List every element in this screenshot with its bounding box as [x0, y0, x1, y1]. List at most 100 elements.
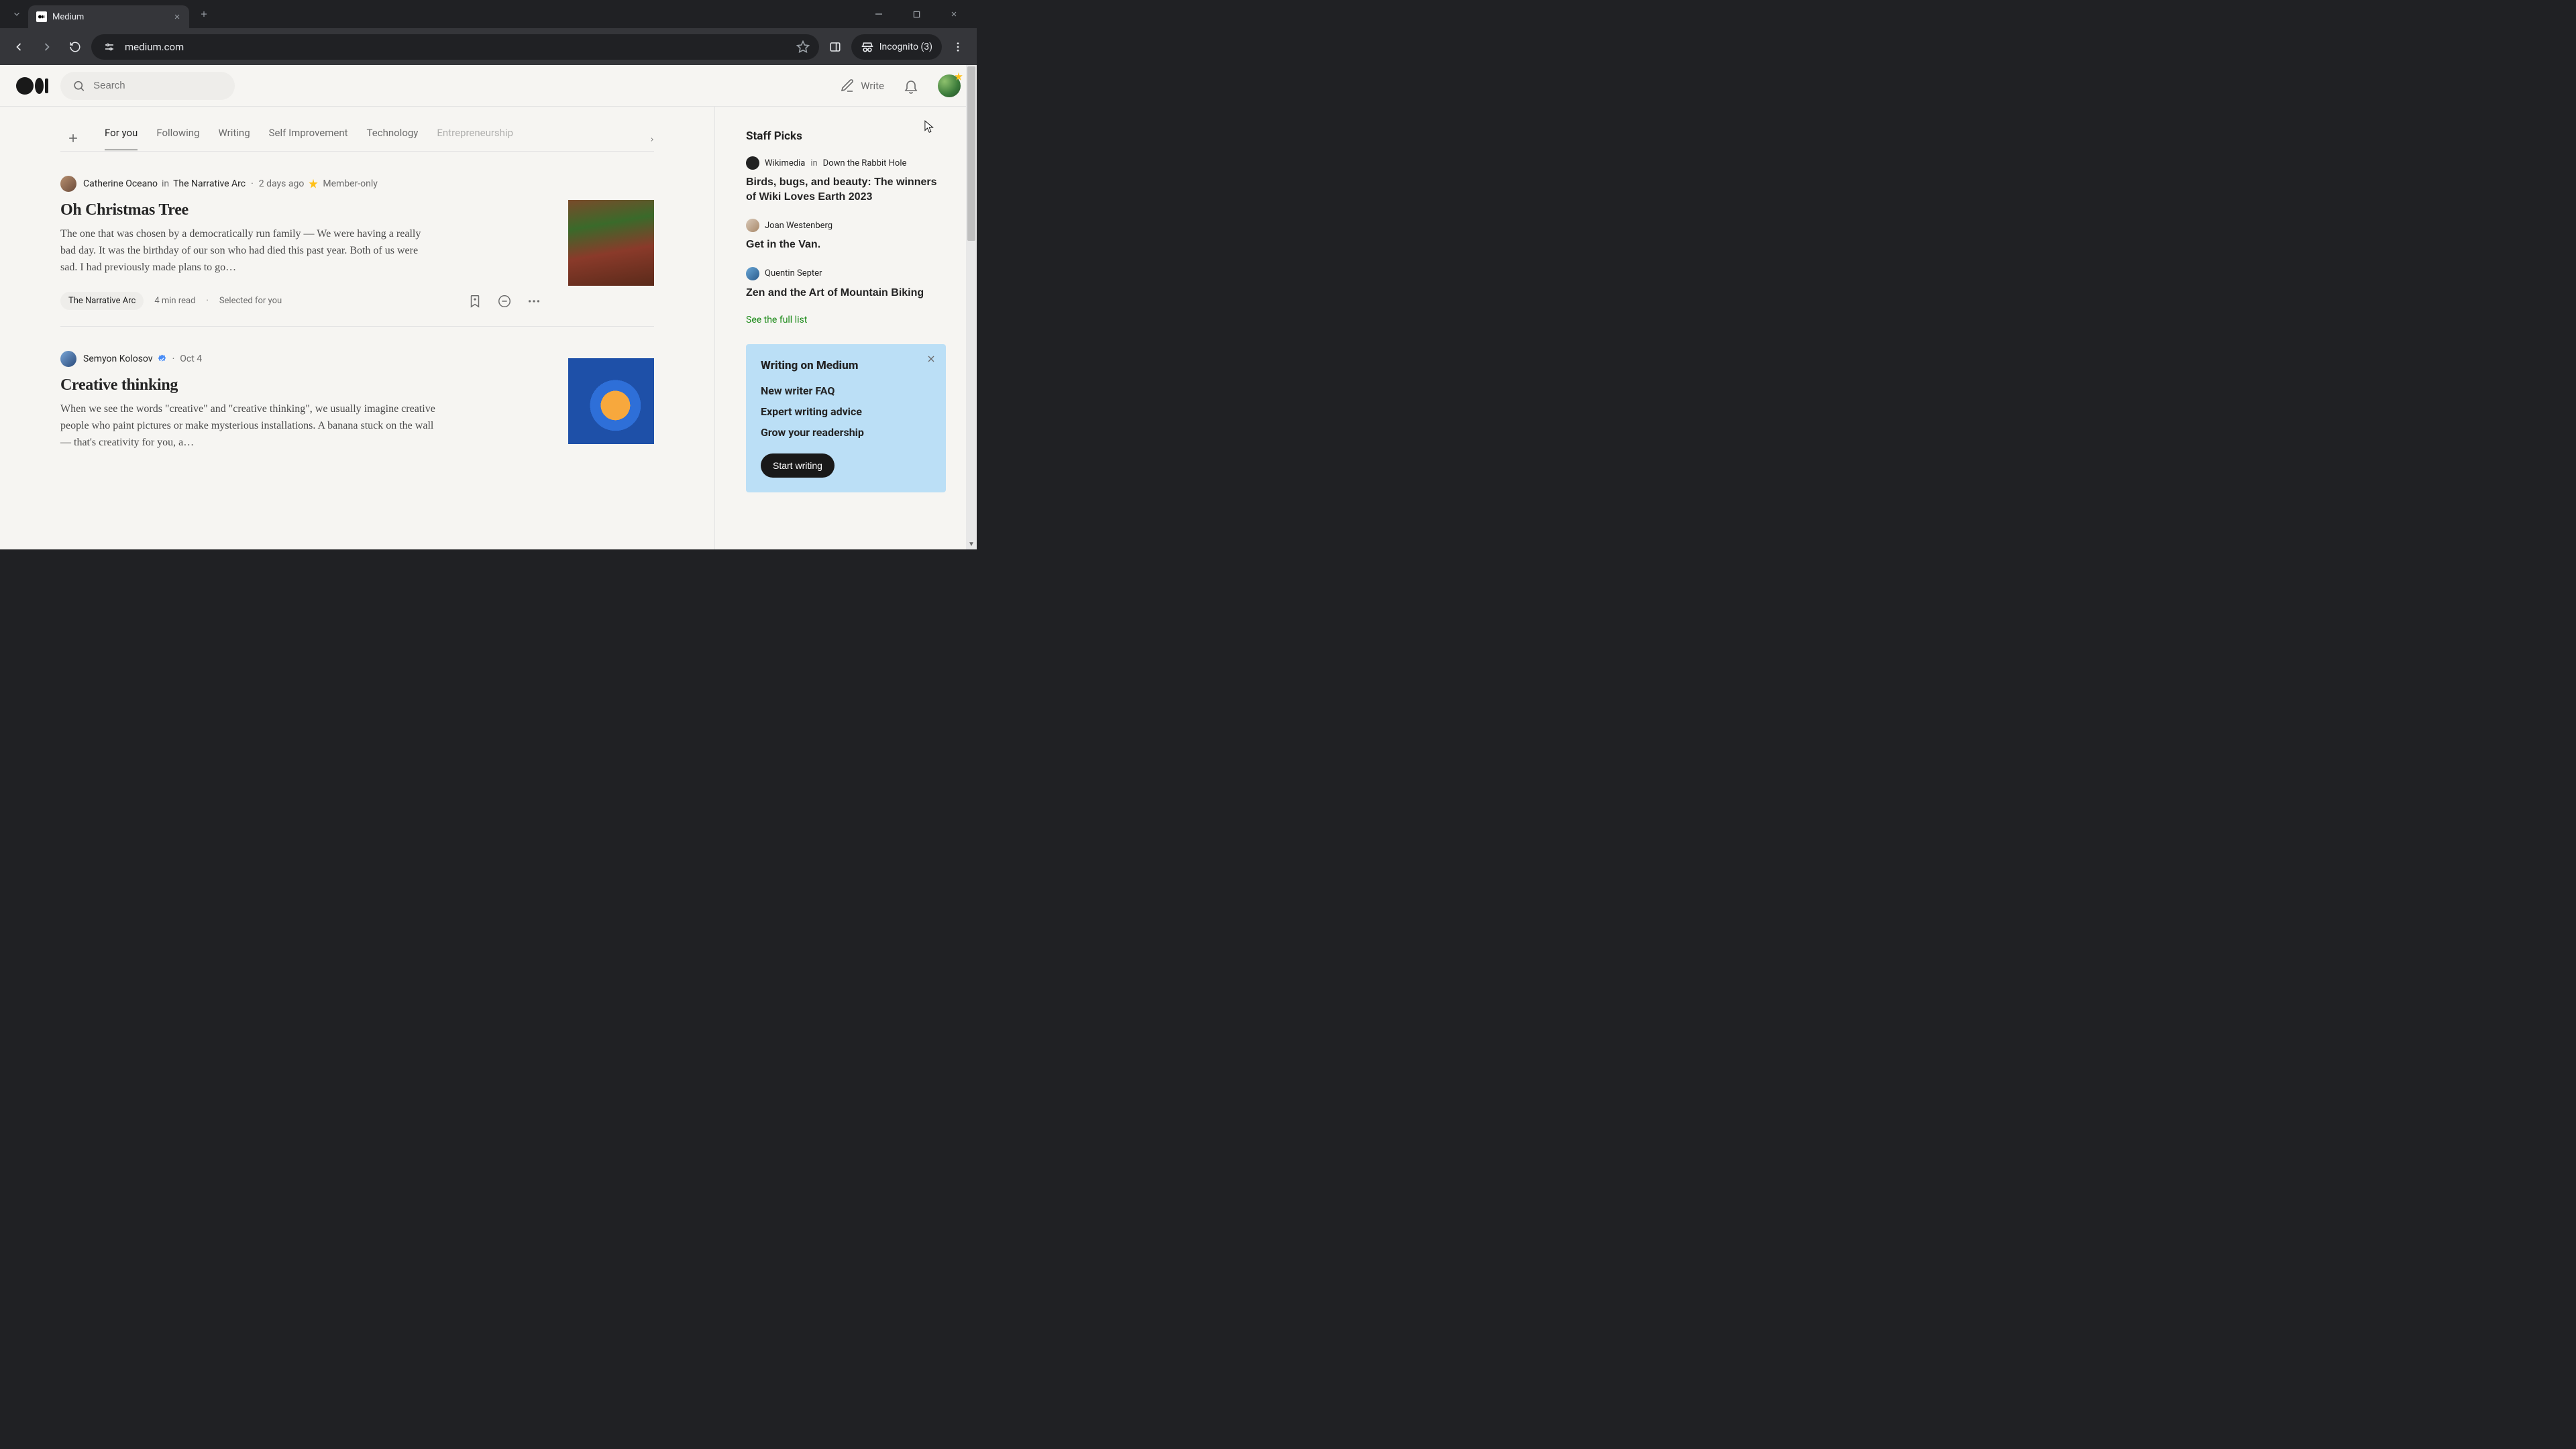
- show-less-button[interactable]: [497, 294, 512, 309]
- nav-back-button[interactable]: [7, 35, 31, 59]
- browser-menu-button[interactable]: [946, 35, 970, 59]
- tab-technology[interactable]: Technology: [367, 127, 419, 150]
- in-word: in: [810, 158, 817, 168]
- dot-separator: ·: [206, 296, 208, 306]
- member-plus-badge-icon: [954, 72, 963, 81]
- article-excerpt: When we see the words "creative" and "cr…: [60, 401, 436, 451]
- bookmark-add-icon: [468, 294, 482, 309]
- article-date: 2 days ago: [259, 178, 305, 189]
- tab-entrepreneurship[interactable]: Entrepreneurship: [437, 127, 513, 150]
- writing-panel-heading: Writing on Medium: [761, 359, 931, 372]
- add-topic-button[interactable]: [60, 125, 86, 151]
- article-byline: Catherine Oceano in The Narrative Arc 2 …: [60, 176, 541, 192]
- staff-pick-item[interactable]: Wikimedia in Down the Rabbit Hole Birds,…: [746, 156, 946, 204]
- staff-author-name[interactable]: Wikimedia: [765, 158, 805, 168]
- writing-panel-link[interactable]: Grow your readership: [761, 426, 931, 439]
- article-footer: The Narrative Arc 4 min read · Selected …: [60, 292, 541, 310]
- bell-icon: [903, 78, 919, 94]
- tabs-scroll-right-button[interactable]: [635, 129, 655, 150]
- topic-chip[interactable]: The Narrative Arc: [60, 292, 144, 310]
- tab-for-you[interactable]: For you: [105, 127, 138, 150]
- author-avatar[interactable]: [60, 176, 76, 192]
- member-only-label: Member-only: [323, 178, 378, 189]
- incognito-label: Incognito (3): [879, 42, 932, 52]
- feed-nav-tabs: For you Following Writing Self Improveme…: [60, 125, 654, 152]
- browser-titlebar: Medium: [0, 0, 977, 28]
- nav-reload-button[interactable]: [63, 35, 87, 59]
- article-card[interactable]: Semyon Kolosov Oct 4 Creative thinking W…: [60, 327, 654, 467]
- staff-author-avatar[interactable]: [746, 219, 759, 232]
- incognito-icon: [861, 40, 874, 54]
- window-minimize-button[interactable]: [867, 5, 891, 23]
- panel-close-button[interactable]: [926, 354, 936, 364]
- staff-pick-item[interactable]: Joan Westenberg Get in the Van.: [746, 219, 946, 252]
- tab-writing[interactable]: Writing: [218, 127, 250, 150]
- writing-panel-link[interactable]: Expert writing advice: [761, 405, 931, 418]
- staff-pick-title[interactable]: Birds, bugs, and beauty: The winners of …: [746, 175, 946, 204]
- article-thumbnail[interactable]: [568, 200, 654, 286]
- verified-badge-icon: [157, 354, 167, 364]
- staff-author-name[interactable]: Quentin Septer: [765, 268, 822, 278]
- address-bar-url: medium.com: [125, 41, 184, 53]
- site-settings-icon[interactable]: [101, 38, 118, 56]
- browser-window: Medium: [0, 0, 977, 549]
- incognito-indicator[interactable]: Incognito (3): [851, 34, 942, 60]
- write-label: Write: [861, 80, 884, 92]
- save-bookmark-button[interactable]: [468, 294, 482, 309]
- new-tab-button[interactable]: [195, 5, 213, 23]
- more-options-button[interactable]: [527, 294, 541, 309]
- tab-favicon: [36, 11, 47, 22]
- see-full-list-link[interactable]: See the full list: [746, 315, 807, 325]
- scrollbar-thumb[interactable]: [967, 66, 975, 241]
- tab-self-improvement[interactable]: Self Improvement: [269, 127, 348, 150]
- search-input[interactable]: [92, 79, 223, 92]
- article-title[interactable]: Oh Christmas Tree: [60, 201, 541, 219]
- tab-title: Medium: [52, 12, 168, 22]
- article-card[interactable]: Catherine Oceano in The Narrative Arc 2 …: [60, 152, 654, 327]
- notifications-button[interactable]: [903, 78, 919, 94]
- start-writing-button[interactable]: Start writing: [761, 453, 835, 478]
- medium-logo[interactable]: [16, 77, 48, 95]
- page-viewport: Write For you: [0, 65, 977, 549]
- staff-pick-title[interactable]: Get in the Van.: [746, 237, 946, 252]
- browser-toolbar: medium.com Incognito (3): [0, 28, 977, 65]
- tab-close-button[interactable]: [173, 13, 181, 21]
- browser-tab[interactable]: Medium: [28, 5, 189, 28]
- search-field[interactable]: [60, 72, 235, 100]
- page-scrollbar[interactable]: ▲ ▼: [966, 65, 977, 549]
- tab-following[interactable]: Following: [156, 127, 199, 150]
- window-close-button[interactable]: [942, 5, 966, 23]
- article-excerpt: The one that was chosen by a democratica…: [60, 226, 436, 276]
- staff-author-avatar[interactable]: [746, 156, 759, 170]
- staff-pick-item[interactable]: Quentin Septer Zen and the Art of Mounta…: [746, 267, 946, 301]
- staff-pick-title[interactable]: Zen and the Art of Mountain Biking: [746, 286, 946, 301]
- author-name[interactable]: Semyon Kolosov: [83, 354, 153, 364]
- nav-forward-button[interactable]: [35, 35, 59, 59]
- window-maximize-button[interactable]: [904, 5, 928, 23]
- write-button[interactable]: Write: [839, 78, 884, 94]
- address-bar[interactable]: medium.com: [91, 34, 819, 60]
- staff-picks-heading: Staff Picks: [746, 129, 946, 143]
- dot-separator: [171, 354, 176, 364]
- profile-avatar[interactable]: [938, 74, 961, 97]
- staff-author-avatar[interactable]: [746, 267, 759, 280]
- author-avatar[interactable]: [60, 351, 76, 367]
- article-title[interactable]: Creative thinking: [60, 376, 541, 394]
- minus-circle-icon: [497, 294, 512, 309]
- writing-on-medium-panel: Writing on Medium New writer FAQ Expert …: [746, 344, 946, 492]
- bookmark-star-icon[interactable]: [796, 40, 810, 54]
- main-feed: For you Following Writing Self Improveme…: [0, 107, 715, 549]
- publication-name[interactable]: The Narrative Arc: [173, 178, 246, 189]
- scroll-down-arrow[interactable]: ▼: [966, 539, 977, 549]
- staff-author-name[interactable]: Joan Westenberg: [765, 221, 833, 231]
- tab-search-button[interactable]: [5, 5, 28, 23]
- side-panel-button[interactable]: [823, 35, 847, 59]
- article-byline: Semyon Kolosov Oct 4: [60, 351, 541, 367]
- writing-panel-link[interactable]: New writer FAQ: [761, 384, 931, 397]
- article-thumbnail[interactable]: [568, 358, 654, 444]
- author-name[interactable]: Catherine Oceano: [83, 178, 158, 189]
- staff-publication-name[interactable]: Down the Rabbit Hole: [823, 158, 907, 168]
- site-header: Write: [0, 65, 977, 107]
- window-controls: [867, 5, 971, 23]
- member-only-star-icon: [308, 178, 319, 189]
